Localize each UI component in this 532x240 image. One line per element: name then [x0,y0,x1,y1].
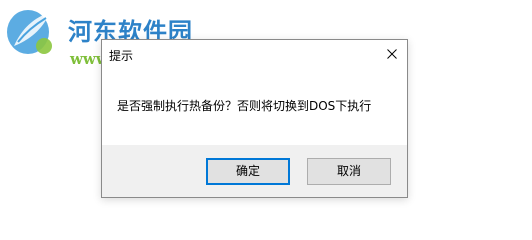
close-button[interactable] [377,40,407,69]
leaf-logo-icon [7,10,52,54]
dialog-message: 是否强制执行热备份？否则将切换到DOS下执行 [117,99,372,113]
cancel-button[interactable]: 取消 [307,158,391,185]
ok-button[interactable]: 确定 [206,158,290,185]
dialog-footer: 确定 取消 [102,145,407,197]
prompt-dialog: 提示 是否强制执行热备份？否则将切换到DOS下执行 确定 取消 [101,39,408,198]
dialog-titlebar[interactable]: 提示 [102,40,407,69]
close-icon [387,49,397,59]
dialog-title: 提示 [109,49,134,63]
page: 河东软件园 www.pc0359.cn 提示 是否强制执行热备份？否则将切换到D… [0,0,532,240]
